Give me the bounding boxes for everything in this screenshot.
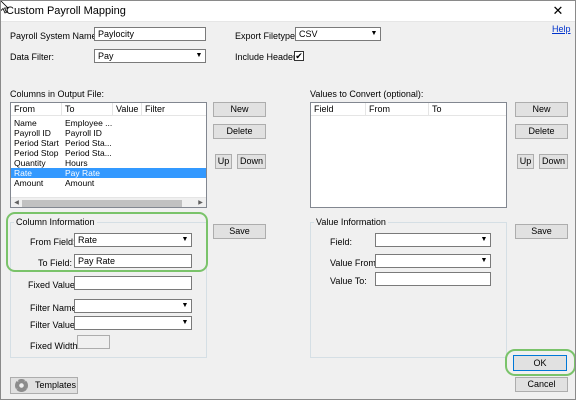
templates-label: Templates <box>35 380 77 390</box>
cancel-button[interactable]: Cancel <box>515 377 568 392</box>
fixed-value-label: Fixed Value: <box>28 280 78 290</box>
ok-button[interactable]: OK <box>513 355 567 371</box>
templates-button[interactable]: Templates <box>10 377 78 394</box>
value-from-label: Value From: <box>330 258 379 268</box>
value-info-title: Value Information <box>314 217 388 227</box>
export-filetype-select[interactable]: CSV ▼ <box>295 27 381 41</box>
value-to-input[interactable] <box>375 272 491 286</box>
col-header-to[interactable]: To <box>429 103 506 116</box>
cell-from: Amount <box>14 178 44 188</box>
value-field-label: Field: <box>330 237 353 247</box>
values-delete-button[interactable]: Delete <box>515 124 568 139</box>
columns-panel-label: Columns in Output File: <box>10 89 105 99</box>
filter-value-select[interactable]: ▼ <box>74 316 192 330</box>
to-field-label: To Field: <box>38 258 73 268</box>
columns-delete-button[interactable]: Delete <box>213 124 266 139</box>
cell-from: Quantity <box>14 158 46 168</box>
chevron-down-icon: ▼ <box>179 234 191 246</box>
data-filter-label: Data Filter: <box>10 52 55 62</box>
cell-from: Period Stop <box>14 148 59 158</box>
export-filetype-label: Export Filetype: <box>235 31 298 41</box>
filter-name-select[interactable]: ▼ <box>74 299 192 313</box>
cell-from: Payroll ID <box>14 128 51 138</box>
fixed-value-input[interactable] <box>74 276 192 290</box>
value-to-label: Value To: <box>330 276 367 286</box>
window-title: Custom Payroll Mapping <box>6 5 126 17</box>
cell-to: Employee ... <box>65 118 113 128</box>
col-header-from[interactable]: From <box>366 103 429 116</box>
cell-to: Amount <box>65 178 95 188</box>
from-field-label: From Field: <box>30 237 76 247</box>
close-button[interactable]: ✕ <box>546 2 570 20</box>
column-info-title: Column Information <box>14 217 97 227</box>
to-field-input[interactable]: Pay Rate <box>74 254 192 268</box>
table-row[interactable]: Period Stop Period Sta... <box>11 148 206 158</box>
value-save-button[interactable]: Save <box>515 224 568 239</box>
value-field-select[interactable]: ▼ <box>375 233 491 247</box>
col-header-to[interactable]: To <box>62 103 113 116</box>
gear-icon <box>15 379 28 392</box>
scroll-right-icon[interactable]: ▶ <box>195 198 206 207</box>
fixed-width-label: Fixed Width: <box>30 341 81 351</box>
from-field-value: Rate <box>78 235 98 245</box>
scroll-left-icon[interactable]: ◀ <box>11 198 22 207</box>
include-header-checkbox[interactable]: ✔ <box>294 51 304 61</box>
cell-from: Rate <box>14 168 32 178</box>
include-header-label: Include Header <box>235 52 297 62</box>
chevron-down-icon: ▼ <box>478 234 490 246</box>
columns-up-button[interactable]: Up <box>215 154 232 169</box>
columns-down-button[interactable]: Down <box>237 154 266 169</box>
col-header-field[interactable]: Field <box>311 103 366 116</box>
cell-to: Period Sta... <box>65 148 112 158</box>
columns-new-button[interactable]: New <box>213 102 266 117</box>
values-list-header: Field From To <box>311 103 506 116</box>
column-save-button[interactable]: Save <box>213 224 266 239</box>
values-panel-label: Values to Convert (optional): <box>310 89 424 99</box>
chevron-down-icon: ▼ <box>193 50 205 62</box>
values-down-button[interactable]: Down <box>539 154 568 169</box>
cell-to: Period Sta... <box>65 138 112 148</box>
filter-name-label: Filter Name: <box>30 303 80 313</box>
table-row-selected[interactable]: Rate Pay Rate <box>11 168 206 178</box>
fixed-width-input <box>77 335 110 349</box>
table-row[interactable]: Amount Amount <box>11 178 206 188</box>
cell-from: Name <box>14 118 37 128</box>
col-header-filter[interactable]: Filter <box>142 103 206 116</box>
table-row[interactable]: Payroll ID Payroll ID <box>11 128 206 138</box>
cell-to: Payroll ID <box>65 128 102 138</box>
columns-listview[interactable]: From To Value Filter Name Employee ... P… <box>10 102 207 208</box>
chevron-down-icon: ▼ <box>478 255 490 267</box>
scroll-thumb[interactable] <box>22 200 182 207</box>
chevron-down-icon: ▼ <box>179 317 191 329</box>
help-link[interactable]: Help <box>552 24 571 34</box>
chevron-down-icon: ▼ <box>368 28 380 40</box>
table-row[interactable]: Period Start Period Sta... <box>11 138 206 148</box>
data-filter-value: Pay <box>98 51 114 61</box>
horizontal-scrollbar[interactable]: ◀ ▶ <box>11 197 206 207</box>
value-from-select[interactable]: ▼ <box>375 254 491 268</box>
col-header-value[interactable]: Value <box>113 103 142 116</box>
chevron-down-icon: ▼ <box>179 300 191 312</box>
export-filetype-value: CSV <box>299 29 318 39</box>
from-field-select[interactable]: Rate ▼ <box>74 233 192 247</box>
data-filter-select[interactable]: Pay ▼ <box>94 49 206 63</box>
table-row[interactable]: Name Employee ... <box>11 118 206 128</box>
table-row[interactable]: Quantity Hours <box>11 158 206 168</box>
values-new-button[interactable]: New <box>515 102 568 117</box>
system-name-input[interactable]: Paylocity <box>94 27 206 41</box>
cell-from: Period Start <box>14 138 59 148</box>
filter-value-label: Filter Value: <box>30 320 78 330</box>
values-up-button[interactable]: Up <box>517 154 534 169</box>
columns-list-header: From To Value Filter <box>11 103 206 116</box>
system-name-label: Payroll System Name: <box>10 31 100 41</box>
col-header-from[interactable]: From <box>11 103 62 116</box>
values-listview[interactable]: Field From To <box>310 102 507 208</box>
cell-to: Pay Rate <box>65 168 100 178</box>
cell-to: Hours <box>65 158 88 168</box>
